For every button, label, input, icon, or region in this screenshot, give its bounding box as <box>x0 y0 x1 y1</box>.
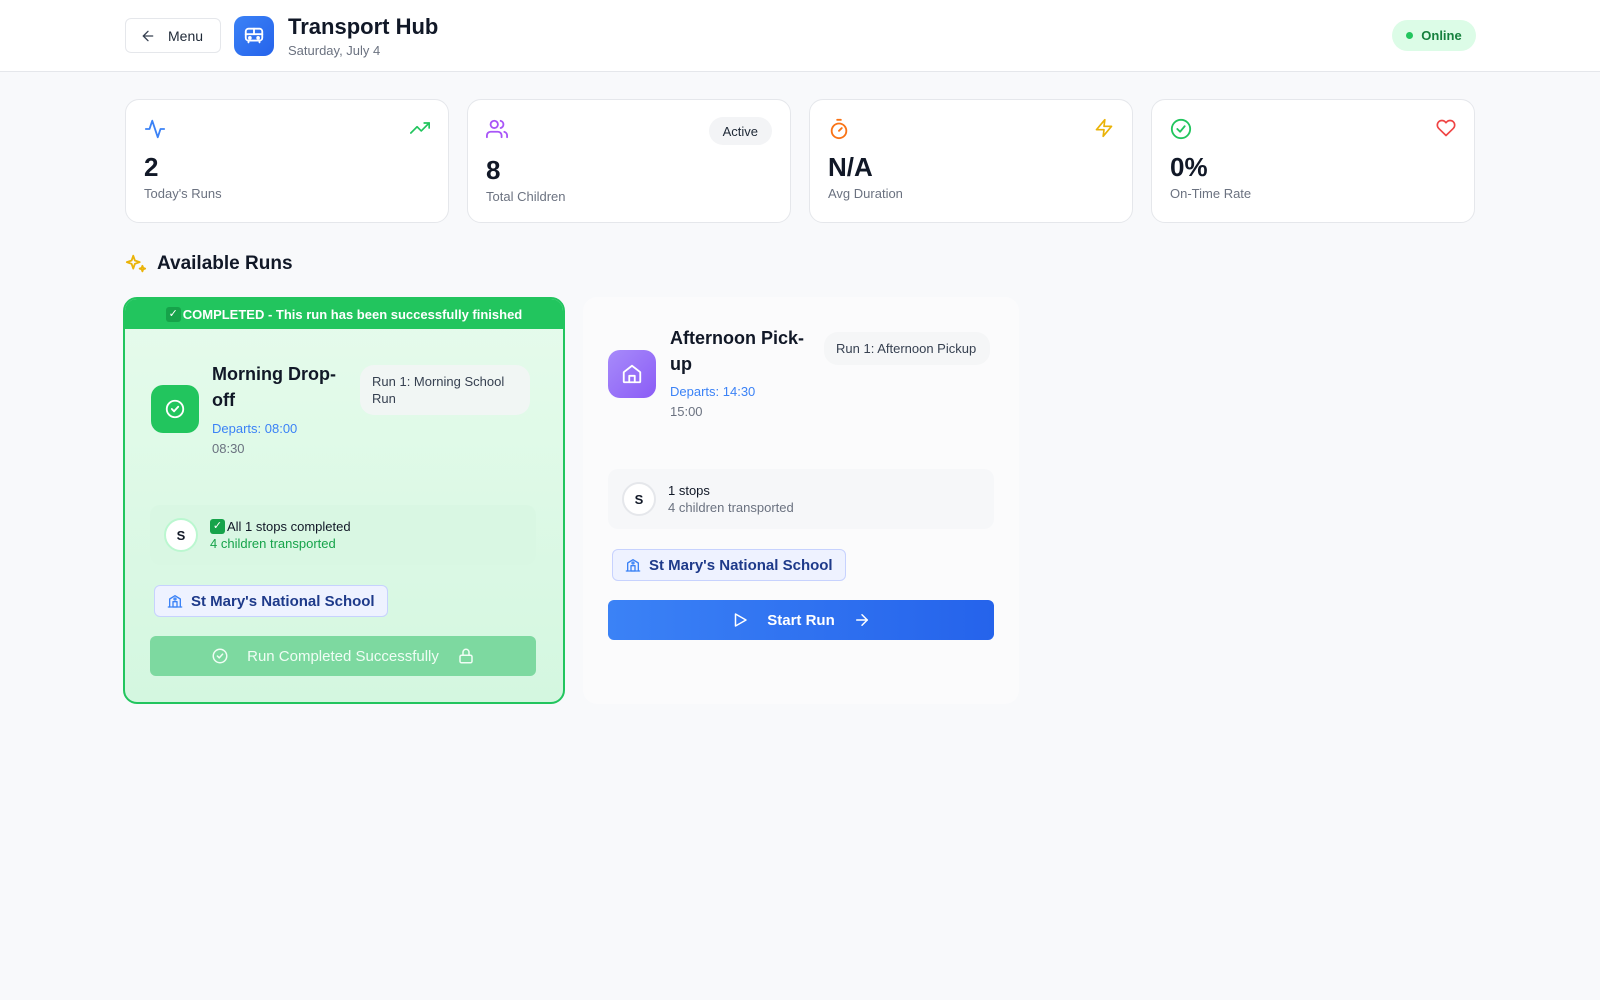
run-card-morning: ✓ COMPLETED - This run has been successf… <box>123 297 565 704</box>
school-chip: St Mary's National School <box>154 585 388 617</box>
run-name: Afternoon Pick-up <box>670 328 805 374</box>
completed-banner: ✓ COMPLETED - This run has been successf… <box>125 299 563 329</box>
trending-up-icon <box>410 122 430 134</box>
check-circle-icon <box>151 385 199 433</box>
top-header: Menu Transport Hub Saturday, July 4 Onli… <box>0 0 1600 72</box>
stop-avatar: S <box>164 518 198 552</box>
check-box-icon: ✓ <box>210 519 225 534</box>
timer-icon <box>830 118 848 140</box>
sparkles-icon <box>125 254 147 273</box>
status-label: Online <box>1421 28 1462 43</box>
arrow-left-icon <box>142 30 154 41</box>
status-dot-icon <box>1406 32 1414 39</box>
stat-label: On-Time Rate <box>1170 186 1252 201</box>
children-text: 4 children transported <box>668 500 794 515</box>
run-completed-button[interactable]: Run Completed Successfully <box>150 636 536 676</box>
stat-card-todays-runs: 2 Today's Runs <box>125 99 449 223</box>
menu-button[interactable]: Menu <box>125 18 221 53</box>
run-name: Morning Drop-off <box>212 364 336 410</box>
section-title: Available Runs <box>125 253 293 275</box>
status-badge: Online <box>1392 20 1476 51</box>
stat-label: Avg Duration <box>828 186 903 201</box>
departure-time: Departs: 08:00 <box>212 421 298 436</box>
home-icon <box>608 350 656 398</box>
activity-icon <box>144 119 166 139</box>
start-run-button[interactable]: Start Run <box>608 600 994 640</box>
zap-icon <box>1095 118 1113 138</box>
active-badge: Active <box>708 117 772 145</box>
menu-label: Menu <box>168 27 204 44</box>
check-box-icon: ✓ <box>165 306 181 322</box>
stat-label: Total Children <box>486 189 566 204</box>
stops-summary: S ✓ All 1 stops completed 4 children tra… <box>150 505 536 565</box>
bus-icon <box>234 16 274 56</box>
departure-time: Departs: 14:30 <box>670 384 756 399</box>
stat-card-on-time-rate: 0% On-Time Rate <box>1151 99 1475 223</box>
arrow-right-icon <box>855 614 868 626</box>
stops-summary: S 1 stops 4 children transported <box>608 469 994 529</box>
check-circle-icon <box>1170 118 1192 140</box>
stat-value: N/A <box>828 152 873 182</box>
arrival-time: 08:30 <box>212 441 245 456</box>
stat-card-total-children: Active 8 Total Children <box>467 99 791 223</box>
school-icon <box>167 595 183 608</box>
section-title-label: Available Runs <box>157 253 293 274</box>
stat-card-avg-duration: N/A Avg Duration <box>809 99 1133 223</box>
completed-banner-text: COMPLETED - This run has been successful… <box>182 306 523 322</box>
page-date: Saturday, July 4 <box>288 43 381 58</box>
stat-label: Today's Runs <box>144 186 222 201</box>
stat-value: 0% <box>1170 152 1208 182</box>
stat-value: 8 <box>486 155 501 185</box>
stops-text: 1 stops <box>668 483 710 498</box>
page-title: Transport Hub <box>288 14 439 39</box>
stops-text: All 1 stops completed <box>227 519 351 534</box>
check-circle-icon <box>212 648 228 664</box>
children-text: 4 children transported <box>210 536 336 551</box>
stop-avatar: S <box>622 482 656 516</box>
stat-value: 2 <box>144 152 159 182</box>
school-name: St Mary's National School <box>191 592 375 610</box>
school-name: St Mary's National School <box>649 556 833 574</box>
run-tag: Run 1: Morning School Run <box>360 365 530 415</box>
school-icon <box>625 559 641 572</box>
run-tag: Run 1: Afternoon Pickup <box>824 332 990 365</box>
start-run-label: Start Run <box>767 611 835 629</box>
arrival-time: 15:00 <box>670 404 703 419</box>
play-icon <box>735 613 747 627</box>
school-chip: St Mary's National School <box>612 549 846 581</box>
run-card-afternoon: Afternoon Pick-up Run 1: Afternoon Picku… <box>583 297 1019 704</box>
heart-icon <box>1436 119 1456 137</box>
lock-icon <box>459 648 473 664</box>
users-icon <box>486 119 508 139</box>
run-completed-label: Run Completed Successfully <box>247 647 439 665</box>
